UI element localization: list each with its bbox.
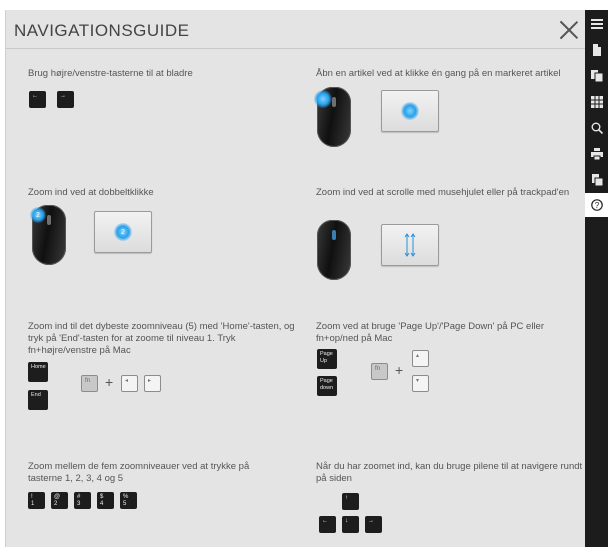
plus-sign: + <box>105 374 114 390</box>
left-key: ◂ <box>121 375 138 392</box>
fn-key-mac: fn <box>371 363 388 380</box>
arrow-navigation-text: Når du har zoomet ind, kan du bruge pile… <box>316 461 583 484</box>
close-icon[interactable] <box>558 19 580 41</box>
help-icon[interactable]: ? <box>585 193 608 217</box>
plus-sign-mac: + <box>395 362 404 378</box>
end-key: End <box>28 390 48 410</box>
page-icon[interactable] <box>585 38 608 62</box>
trackpad-click-illustration <box>381 90 439 132</box>
up-key: ▴ <box>412 350 429 367</box>
left-arrow-nav-key: ← <box>319 516 336 533</box>
right-key: ▸ <box>144 375 161 392</box>
scroll-text: Zoom ind ved at scrolle med musehjulet e… <box>316 187 570 198</box>
browse-text: Brug højre/venstre-tasterne til at bladr… <box>28 68 193 79</box>
key-2: @2 <box>51 492 68 509</box>
down-key: ▾ <box>412 375 429 392</box>
pages-icon[interactable] <box>585 64 608 88</box>
right-toolbar: ? <box>585 10 608 547</box>
top-strip <box>0 0 608 10</box>
guide-header: NAVIGATIONSGUIDE <box>6 10 586 49</box>
guide-title: NAVIGATIONSGUIDE <box>14 21 190 40</box>
menu-icon[interactable] <box>585 12 608 36</box>
open-text: Åbn en artikel ved at klikke én gang på … <box>316 68 561 79</box>
grid-icon[interactable] <box>585 90 608 114</box>
search-icon[interactable] <box>585 116 608 140</box>
download-icon[interactable] <box>585 168 608 192</box>
vertical-scroll-arrows-icon <box>404 233 416 257</box>
down-arrow-key: ↓ <box>342 516 359 533</box>
page-up-key: Page Up <box>317 349 337 369</box>
fn-key: fn <box>81 375 98 392</box>
dblclick-text: Zoom ind ved at dobbeltklikke <box>28 187 154 198</box>
print-icon[interactable] <box>585 142 608 166</box>
right-arrow-nav-key: → <box>365 516 382 533</box>
home-end-text: Zoom ind til det dybeste zoomniveau (5) … <box>28 321 295 356</box>
navigation-guide-panel: NAVIGATIONSGUIDE Brug højre/venstre-tast… <box>5 10 586 547</box>
mouse-doubleclick-illustration: 2 <box>30 205 66 265</box>
tap-glow <box>401 102 419 120</box>
mouse-scroll-illustration <box>317 220 351 280</box>
page-up-down-text: Zoom ved at bruge 'Page Up'/'Page Down' … <box>316 321 544 344</box>
key-4: $4 <box>97 492 114 509</box>
svg-text:?: ? <box>594 201 599 210</box>
up-arrow-key: ↑ <box>342 493 359 510</box>
key-3: #3 <box>74 492 91 509</box>
key-1: ! 1 <box>28 492 45 509</box>
page-down-key: Page down <box>317 376 337 396</box>
key-5: % 5 <box>120 492 137 509</box>
click-glow <box>314 90 332 108</box>
home-key: Home <box>28 362 48 382</box>
right-arrow-key: → <box>57 91 74 108</box>
trackpad-doubleclick-illustration: 2 <box>94 211 152 253</box>
doubletap-glow: 2 <box>114 223 132 241</box>
doubleclick-glow: 2 <box>30 207 46 223</box>
zoom-levels-text: Zoom mellem de fem zoomniveauer ved at t… <box>28 461 250 484</box>
trackpad-scroll-illustration <box>381 224 439 266</box>
left-arrow-key: ← <box>29 91 46 108</box>
mouse-click-illustration <box>314 87 351 147</box>
